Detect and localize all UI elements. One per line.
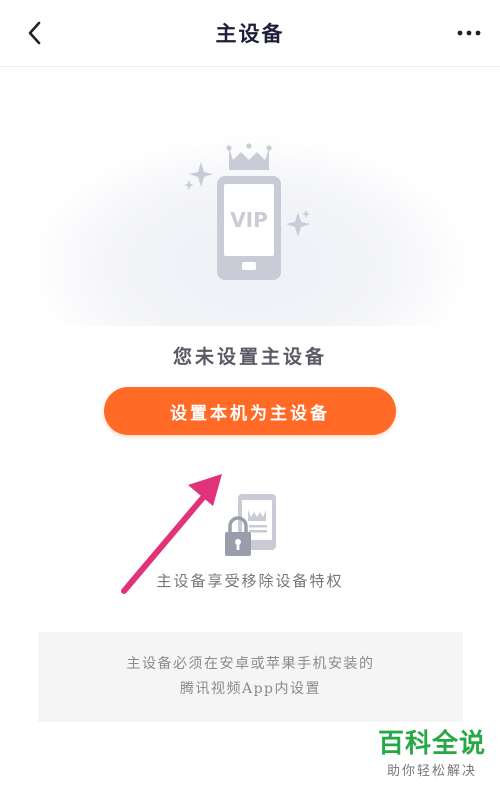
more-icon xyxy=(457,30,481,36)
notice-panel: 主设备必须在安卓或苹果手机安装的 腾讯视频App内设置 xyxy=(38,632,463,722)
watermark-subtitle: 助你轻松解决 xyxy=(386,764,477,779)
more-button[interactable] xyxy=(454,18,484,48)
notice-text: 主设备必须在安卓或苹果手机安装的 腾讯视频App内设置 xyxy=(38,652,463,702)
phone-vip-label: VIP xyxy=(230,208,268,232)
privilege-description: 主设备享受移除设备特权 xyxy=(156,572,344,590)
vip-phone-illustration: VIP xyxy=(0,96,500,326)
watermark-logo: 百科全说 助你轻松解决 xyxy=(378,728,486,779)
watermark-title: 百科全说 xyxy=(377,729,486,759)
no-primary-device-message: 您未设置主设备 xyxy=(172,346,327,368)
set-primary-device-button[interactable]: 设置本机为主设备 xyxy=(104,387,396,435)
notice-line-1: 主设备必须在安卓或苹果手机安装的 xyxy=(126,656,375,672)
notice-line-2: 腾讯视频App内设置 xyxy=(179,681,322,697)
crown-icon xyxy=(226,143,272,170)
top-bar: 主设备 xyxy=(0,0,500,67)
locked-device-illustration xyxy=(225,494,276,556)
page-title: 主设备 xyxy=(215,21,285,46)
